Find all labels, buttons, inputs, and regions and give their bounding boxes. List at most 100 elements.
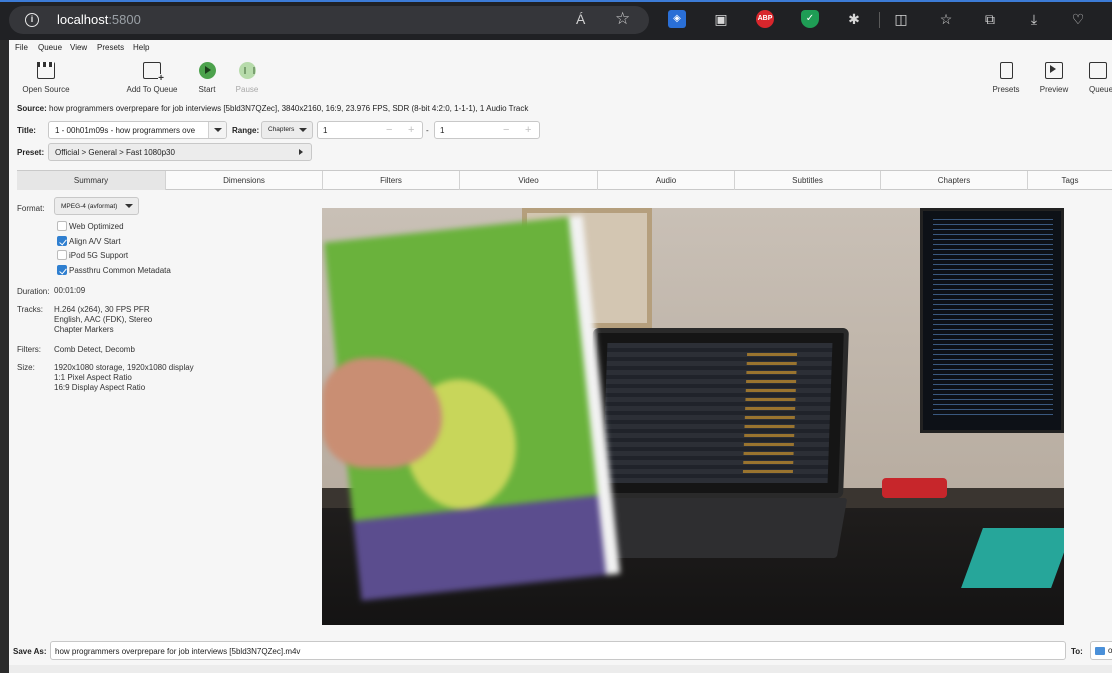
duration-label: Duration: <box>17 287 50 296</box>
menu-presets[interactable]: Presets <box>97 43 124 52</box>
range-mode-value: Chapters <box>268 126 295 133</box>
size-line-dar: 16:9 Display Aspect Ratio <box>54 383 146 392</box>
tab-subtitles[interactable]: Subtitles <box>734 171 880 190</box>
preview-icon <box>1045 62 1063 79</box>
ipod-support-checkbox[interactable] <box>57 250 67 260</box>
chevron-down-icon <box>208 122 226 138</box>
tab-dimensions[interactable]: Dimensions <box>165 171 322 190</box>
folder-icon <box>1095 647 1105 655</box>
to-label: To: <box>1071 647 1083 656</box>
read-aloud-icon[interactable]: Á <box>576 11 585 27</box>
open-source-button[interactable]: Open Source <box>21 62 71 94</box>
duration-value: 00:01:09 <box>54 286 86 295</box>
menu-bar: File Queue View Presets Help <box>9 40 1112 55</box>
favorite-star-icon[interactable]: ☆ <box>615 9 630 29</box>
preset-select[interactable]: Official > General > Fast 1080p30 <box>48 143 312 161</box>
minus-icon[interactable]: − <box>503 124 509 136</box>
split-screen-icon[interactable]: ◫ <box>892 10 910 28</box>
menu-file[interactable]: File <box>15 43 28 52</box>
preview-monitor <box>920 208 1064 433</box>
address-url[interactable]: localhost:5800 <box>57 12 141 27</box>
minus-icon[interactable]: − <box>386 124 392 136</box>
format-select[interactable]: MPEG-4 (avformat) <box>54 197 139 215</box>
extensions-puzzle-icon[interactable]: ✱ <box>845 10 863 28</box>
favorites-icon[interactable]: ☆ <box>937 10 955 28</box>
tracks-line-chapters: Chapter Markers <box>54 325 114 334</box>
range-label: Range: <box>232 126 260 135</box>
web-optimized-label: Web Optimized <box>69 222 124 231</box>
format-select-value: MPEG-4 (avformat) <box>61 203 118 210</box>
collections-icon[interactable]: ⧉ <box>981 10 999 28</box>
source-label: Source: <box>17 104 47 113</box>
align-av-start-checkbox[interactable] <box>57 236 67 246</box>
tab-summary[interactable]: Summary <box>17 171 165 190</box>
preview-red-case <box>882 478 947 498</box>
title-select[interactable]: 1 - 00h01m09s - how programmers ove <box>48 121 227 139</box>
add-to-queue-icon <box>143 62 164 84</box>
presets-label: Presets <box>992 85 1020 94</box>
passthru-metadata-label: Passthru Common Metadata <box>69 266 171 275</box>
save-as-row: Save As: how programmers overprepare for… <box>9 639 1112 663</box>
preset-label: Preset: <box>17 148 45 157</box>
passthru-metadata-checkbox[interactable] <box>57 265 67 275</box>
gift-extension-icon[interactable]: ▣ <box>712 10 730 28</box>
format-label: Format: <box>17 204 45 213</box>
site-info-icon[interactable]: i <box>25 13 39 27</box>
size-line-par: 1:1 Pixel Aspect Ratio <box>54 373 132 382</box>
menu-help[interactable]: Help <box>133 43 149 52</box>
preview-image <box>322 208 1064 625</box>
address-bar[interactable]: i localhost:5800 Á ☆ <box>9 6 649 34</box>
accent-line <box>0 0 1112 2</box>
tab-filters[interactable]: Filters <box>322 171 459 190</box>
pause-button[interactable]: Pause <box>233 62 261 94</box>
start-label: Start <box>198 85 216 94</box>
preview-button[interactable]: Preview <box>1036 62 1072 94</box>
queue-label: Queue <box>1089 85 1112 94</box>
toolbar-divider <box>879 12 880 28</box>
chevron-right-icon <box>299 149 303 155</box>
range-start-value: 1 <box>323 126 328 135</box>
add-to-queue-label: Add To Queue <box>126 85 178 94</box>
green-shield-extension-icon[interactable]: ✓ <box>801 10 819 28</box>
preset-select-value: Official > General > Fast 1080p30 <box>55 148 175 157</box>
size-label: Size: <box>17 363 35 372</box>
presets-button[interactable]: Presets <box>989 62 1023 94</box>
settings-tabs: Summary Dimensions Filters Video Audio S… <box>17 170 1112 190</box>
tab-chapters[interactable]: Chapters <box>880 171 1027 190</box>
url-host: localhost <box>57 12 109 27</box>
tab-tags[interactable]: Tags <box>1027 171 1112 190</box>
filters-label: Filters: <box>17 345 41 354</box>
tracks-line-audio: English, AAC (FDK), Stereo <box>54 315 153 324</box>
tracks-line-video: H.264 (x264), 30 FPS PFR <box>54 305 150 314</box>
tracks-label: Tracks: <box>17 305 43 314</box>
plus-icon[interactable]: + <box>408 124 414 136</box>
range-end-stepper[interactable]: 1 − + <box>434 121 540 139</box>
presets-icon <box>999 62 1013 79</box>
save-as-input[interactable]: how programmers overprepare for job inte… <box>50 641 1066 660</box>
plus-icon[interactable]: + <box>525 124 531 136</box>
clapperboard-icon <box>37 62 55 79</box>
range-start-stepper[interactable]: 1 − + <box>317 121 423 139</box>
filters-value: Comb Detect, Decomb <box>54 345 135 354</box>
menu-view[interactable]: View <box>70 43 87 52</box>
pause-icon <box>238 62 256 79</box>
start-button[interactable]: Start <box>193 62 221 94</box>
menu-queue[interactable]: Queue <box>38 43 62 52</box>
add-to-queue-button[interactable]: Add To Queue <box>123 62 181 94</box>
abp-extension-icon[interactable]: ABP <box>756 10 774 28</box>
destination-folder-button[interactable]: o <box>1090 641 1112 660</box>
chevron-down-icon <box>120 198 138 214</box>
browser-health-icon[interactable]: ♡ <box>1069 10 1087 28</box>
open-source-label: Open Source <box>22 85 70 94</box>
queue-button[interactable]: Queue <box>1085 62 1112 94</box>
shield-extension-icon[interactable]: ◈ <box>668 10 686 28</box>
title-label: Title: <box>17 126 36 135</box>
queue-icon <box>1089 62 1107 79</box>
download-icon[interactable]: ⤓ <box>1025 10 1043 28</box>
preview-code <box>933 219 1053 419</box>
web-optimized-checkbox[interactable] <box>57 221 67 231</box>
tab-video[interactable]: Video <box>459 171 597 190</box>
handbrake-window: File Queue View Presets Help Open Source… <box>9 40 1112 673</box>
range-mode-select[interactable]: Chapters <box>261 121 313 139</box>
tab-audio[interactable]: Audio <box>597 171 734 190</box>
